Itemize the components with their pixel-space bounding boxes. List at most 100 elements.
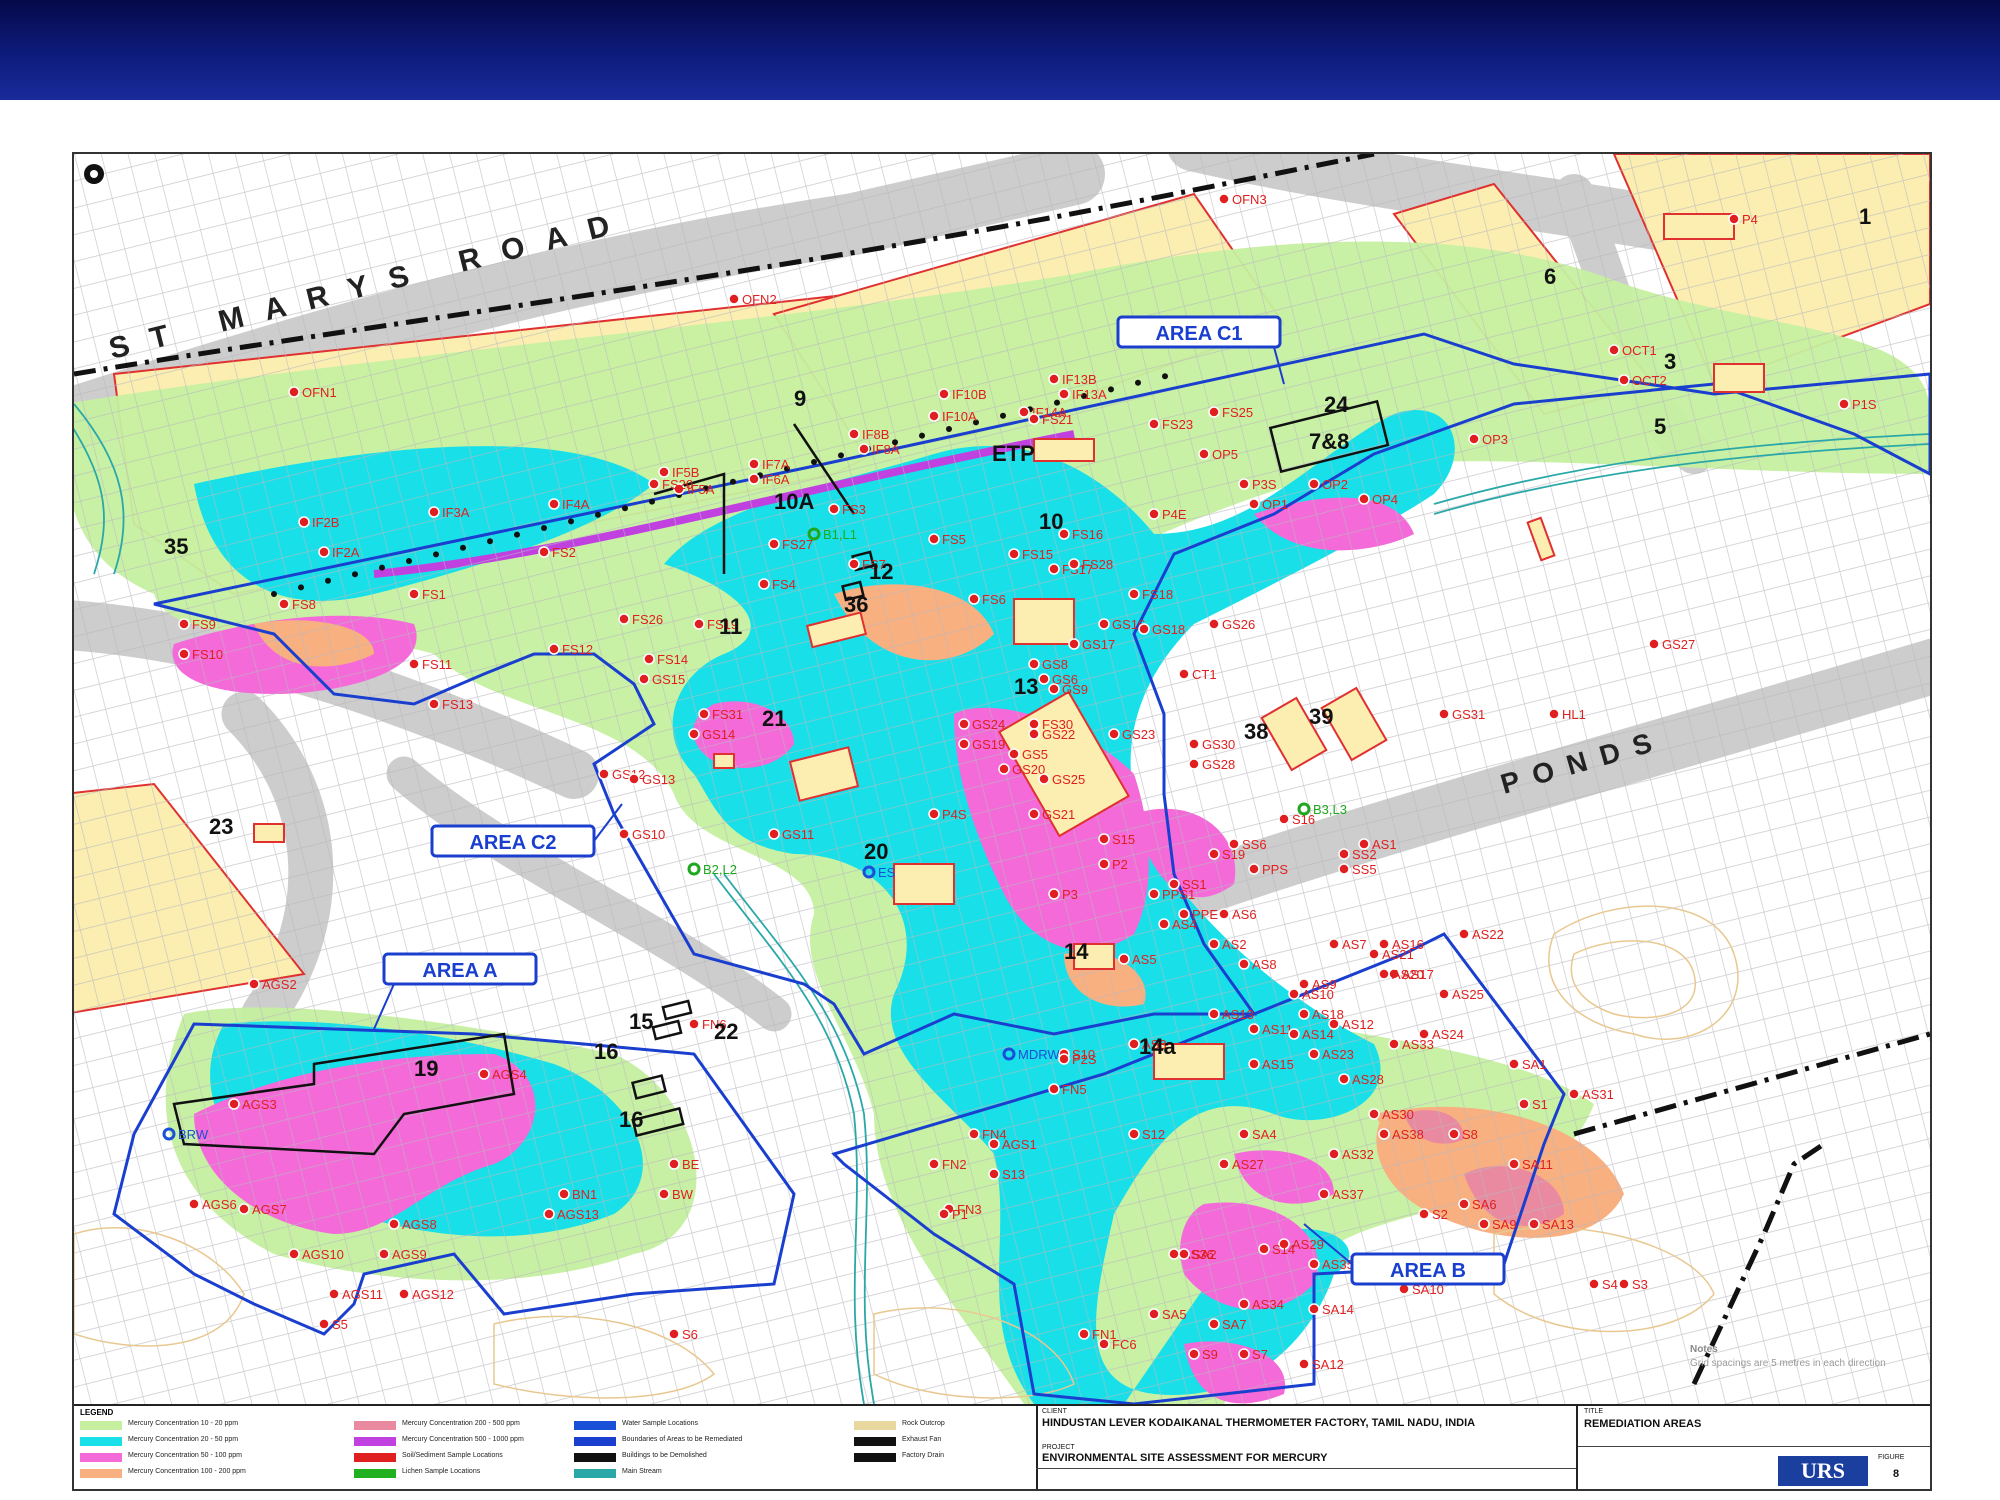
sample-marker	[1328, 938, 1340, 950]
sample-label: P2S	[1072, 1052, 1097, 1067]
sample-marker	[1048, 683, 1060, 695]
sample-label: AGS4	[492, 1067, 527, 1082]
sample-label: AGS7	[252, 1202, 287, 1217]
sample-marker	[848, 428, 860, 440]
sample-label: AS32	[1342, 1147, 1374, 1162]
sample-label: AS11	[1262, 1022, 1293, 1037]
building-label: 36	[844, 592, 868, 617]
sample-marker	[848, 558, 860, 570]
map-canvas: OFN3 OFN2 OFN1 OCT1 OCT2 OP3 OP2 OP4 OP1 OP5 IF2B I…	[74, 154, 1930, 1404]
sample-label: FS25	[1222, 405, 1253, 420]
sample-label: P1S	[1852, 397, 1877, 412]
sample-marker	[1358, 493, 1370, 505]
water-label: B1,L1	[823, 527, 857, 542]
sample-marker	[1568, 1088, 1580, 1100]
sample-marker	[1188, 1348, 1200, 1360]
sample-marker	[1048, 888, 1060, 900]
sample-label: IF6A	[762, 472, 790, 487]
sample-marker	[1618, 1278, 1630, 1290]
sample-label: OFN2	[742, 292, 777, 307]
sample-marker	[318, 546, 330, 558]
sample-marker	[1588, 1278, 1600, 1290]
sample-marker	[928, 808, 940, 820]
sample-marker	[958, 718, 970, 730]
sample-label: AS29	[1292, 1237, 1324, 1252]
sample-marker	[1418, 1208, 1430, 1220]
title-label: TITLE	[1584, 1408, 1604, 1415]
sample-marker	[1048, 1083, 1060, 1095]
sample-marker	[1528, 1218, 1540, 1230]
sample-label: SS6	[1242, 837, 1267, 852]
sample-marker	[1028, 413, 1040, 425]
sample-marker	[618, 828, 630, 840]
sample-marker	[1458, 1198, 1470, 1210]
building-label: 6	[1544, 264, 1556, 289]
client-label: CLIENT	[1042, 1408, 1067, 1415]
sample-marker	[1358, 838, 1370, 850]
sample-marker	[548, 498, 560, 510]
client-name: HINDUSTAN LEVER KODAIKANAL THERMOMETER F…	[1042, 1417, 1476, 1429]
sample-marker	[1378, 1128, 1390, 1140]
exhaust-fan-icon	[406, 558, 412, 564]
sample-label: AS37	[1332, 1187, 1364, 1202]
sample-label: CT1	[1192, 667, 1217, 682]
sample-label: AS12	[1342, 1017, 1374, 1032]
sample-label: GS15	[652, 672, 685, 687]
sample-label: GS22	[1042, 727, 1075, 742]
building-label: 12	[869, 559, 893, 584]
sample-label: AS8	[1252, 957, 1277, 972]
sample-label: AGS8	[402, 1217, 437, 1232]
sample-marker	[1148, 888, 1160, 900]
sample-label: HL1	[1562, 707, 1586, 722]
sample-marker	[828, 503, 840, 515]
legend-label: Mercury Concentration 50 - 100 ppm	[128, 1452, 242, 1459]
notes-text: Grid spacings are 5 metres in each direc…	[1690, 1358, 1886, 1369]
north-arrow-icon	[84, 164, 104, 184]
water-label: B3,L3	[1313, 802, 1347, 817]
building-label: 16	[594, 1039, 618, 1064]
sample-label: AS20	[1392, 967, 1424, 982]
sample-marker	[1438, 708, 1450, 720]
sample-marker	[1218, 193, 1230, 205]
sample-marker	[628, 773, 640, 785]
sample-label: FS4	[772, 577, 796, 592]
exhaust-fan-icon	[541, 525, 547, 531]
sample-label: AGS11	[342, 1287, 383, 1302]
sample-marker	[658, 466, 670, 478]
sample-marker	[1098, 618, 1110, 630]
sample-label: AS30	[1382, 1107, 1414, 1122]
exhaust-fan-icon	[811, 459, 817, 465]
sample-label: AS33	[1402, 1037, 1434, 1052]
sample-marker	[248, 978, 260, 990]
exhaust-fan-icon	[514, 531, 520, 538]
sample-marker	[1468, 433, 1480, 445]
sample-marker	[1058, 388, 1070, 400]
sample-label: SA4	[1252, 1127, 1277, 1142]
sample-label: S1	[1532, 1097, 1548, 1112]
sample-marker	[1308, 1258, 1320, 1270]
sample-label: FS11	[422, 657, 452, 672]
sample-label: BE	[682, 1157, 700, 1172]
exhaust-fan-icon	[298, 584, 304, 591]
sample-marker	[1028, 808, 1040, 820]
sample-label: FS14	[657, 652, 688, 667]
sample-marker	[658, 1188, 670, 1200]
sample-marker	[1238, 478, 1250, 490]
sample-label: AS35	[1322, 1257, 1354, 1272]
sample-label: AS15	[1262, 1057, 1294, 1072]
sample-label: AS5	[1132, 952, 1157, 967]
sample-marker	[1618, 374, 1630, 386]
grid-overlay	[74, 154, 1930, 1404]
building-label: 13	[1014, 674, 1038, 699]
sample-marker	[398, 1288, 410, 1300]
sample-label: SA5	[1162, 1307, 1187, 1322]
sample-marker	[768, 828, 780, 840]
legend-label: Factory Drain	[902, 1452, 945, 1459]
sample-marker	[1438, 988, 1450, 1000]
sample-label: SA9	[1492, 1217, 1517, 1232]
sample-label: GS9	[1062, 682, 1088, 697]
sample-label: S4	[1602, 1277, 1618, 1292]
building-label: 10	[1039, 509, 1063, 534]
sample-label: FS13	[442, 697, 473, 712]
sample-label: FS2	[552, 545, 576, 560]
